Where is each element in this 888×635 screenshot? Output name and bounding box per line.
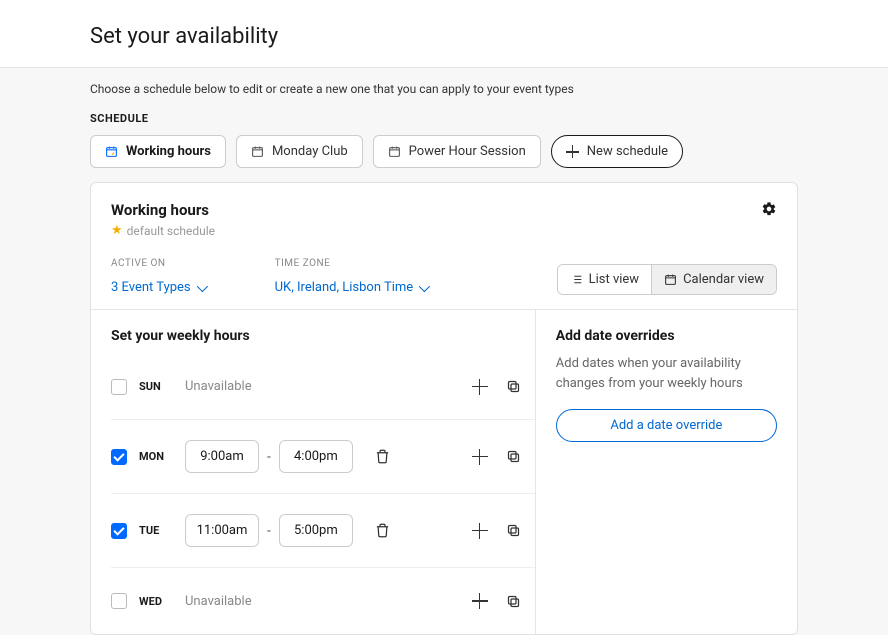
day-label: TUE xyxy=(139,524,185,537)
weekly-hours-title: Set your weekly hours xyxy=(111,328,535,344)
page-body: Choose a schedule below to edit or creat… xyxy=(0,68,888,635)
page-title: Set your availability xyxy=(90,24,798,49)
calendar-icon xyxy=(664,273,677,286)
chevron-down-icon xyxy=(196,280,207,291)
trash-icon[interactable] xyxy=(375,449,390,464)
overrides-title: Add date overrides xyxy=(556,328,777,344)
add-interval-button[interactable] xyxy=(472,379,488,395)
schedule-tab-label: Monday Club xyxy=(272,144,348,159)
schedule-tab-label: Working hours xyxy=(126,144,211,159)
copy-icon[interactable] xyxy=(506,594,521,609)
list-view-button[interactable]: List view xyxy=(558,265,651,294)
active-on-value: 3 Event Types xyxy=(111,280,191,295)
card-body: Set your weekly hours SUN Unavailable xyxy=(91,309,797,634)
end-time-input[interactable]: 4:00pm xyxy=(279,440,353,473)
active-on-label: ACTIVE ON xyxy=(111,258,205,269)
schedule-tab-power-hour[interactable]: Power Hour Session xyxy=(373,135,541,168)
list-icon xyxy=(570,273,583,286)
unavailable-text: Unavailable xyxy=(185,379,252,394)
schedule-name: Working hours xyxy=(111,201,215,219)
plus-icon xyxy=(566,145,579,158)
day-checkbox-mon[interactable] xyxy=(111,449,127,465)
add-interval-button[interactable] xyxy=(472,523,488,539)
schedule-card: Working hours ★ default schedule ACTIVE … xyxy=(90,182,798,635)
calendar-view-button[interactable]: Calendar view xyxy=(651,265,776,294)
day-row-wed: WED Unavailable xyxy=(111,568,535,634)
day-row-mon: MON 9:00am - 4:00pm xyxy=(111,420,535,494)
timezone-value: UK, Ireland, Lisbon Time xyxy=(275,280,414,295)
active-on-dropdown[interactable]: 3 Event Types xyxy=(111,280,205,295)
unavailable-text: Unavailable xyxy=(185,594,252,609)
new-schedule-label: New schedule xyxy=(587,144,668,159)
intro-text: Choose a schedule below to edit or creat… xyxy=(90,82,798,96)
chevron-down-icon xyxy=(419,280,430,291)
view-toggle: List view Calendar view xyxy=(557,264,777,295)
calendar-icon xyxy=(251,145,264,158)
schedule-section-label: SCHEDULE xyxy=(90,112,798,125)
trash-icon[interactable] xyxy=(375,523,390,538)
day-row-sun: SUN Unavailable xyxy=(111,354,535,420)
list-view-label: List view xyxy=(589,272,639,287)
card-header: Working hours ★ default schedule ACTIVE … xyxy=(91,183,797,309)
schedule-tab-working-hours[interactable]: Working hours xyxy=(90,135,226,168)
overrides-description: Add dates when your availability changes… xyxy=(556,354,777,393)
add-interval-button[interactable] xyxy=(472,593,488,609)
start-time-input[interactable]: 11:00am xyxy=(185,514,259,547)
time-separator: - xyxy=(267,449,271,465)
schedule-tab-label: Power Hour Session xyxy=(409,144,526,159)
default-schedule-badge: ★ default schedule xyxy=(111,223,215,238)
day-label: MON xyxy=(139,450,185,463)
calendar-view-label: Calendar view xyxy=(683,272,764,287)
day-label: SUN xyxy=(139,380,185,393)
copy-icon[interactable] xyxy=(506,523,521,538)
gear-icon[interactable] xyxy=(761,201,777,217)
day-checkbox-tue[interactable] xyxy=(111,523,127,539)
time-separator: - xyxy=(267,523,271,539)
timezone-dropdown[interactable]: UK, Ireland, Lisbon Time xyxy=(275,280,428,295)
add-override-button[interactable]: Add a date override xyxy=(556,409,777,442)
day-checkbox-wed[interactable] xyxy=(111,593,127,609)
overrides-column: Add date overrides Add dates when your a… xyxy=(536,310,797,634)
day-row-tue: TUE 11:00am - 5:00pm xyxy=(111,494,535,568)
page-header: Set your availability xyxy=(0,0,888,68)
schedule-tabs: Working hours Monday Club Power Hour Ses… xyxy=(90,135,798,168)
timezone-label: TIME ZONE xyxy=(275,258,428,269)
add-interval-button[interactable] xyxy=(472,449,488,465)
day-checkbox-sun[interactable] xyxy=(111,379,127,395)
schedule-tab-monday-club[interactable]: Monday Club xyxy=(236,135,363,168)
timezone-block: TIME ZONE UK, Ireland, Lisbon Time xyxy=(275,258,428,295)
day-label: WED xyxy=(139,595,185,608)
weekly-hours-column: Set your weekly hours SUN Unavailable xyxy=(91,310,536,634)
start-time-input[interactable]: 9:00am xyxy=(185,440,259,473)
copy-icon[interactable] xyxy=(506,379,521,394)
copy-icon[interactable] xyxy=(506,449,521,464)
end-time-input[interactable]: 5:00pm xyxy=(279,514,353,547)
calendar-icon xyxy=(388,145,401,158)
new-schedule-button[interactable]: New schedule xyxy=(551,135,683,168)
star-icon: ★ xyxy=(111,223,123,238)
default-schedule-label: default schedule xyxy=(127,224,215,238)
calendar-icon xyxy=(105,145,118,158)
active-on-block: ACTIVE ON 3 Event Types xyxy=(111,258,205,295)
